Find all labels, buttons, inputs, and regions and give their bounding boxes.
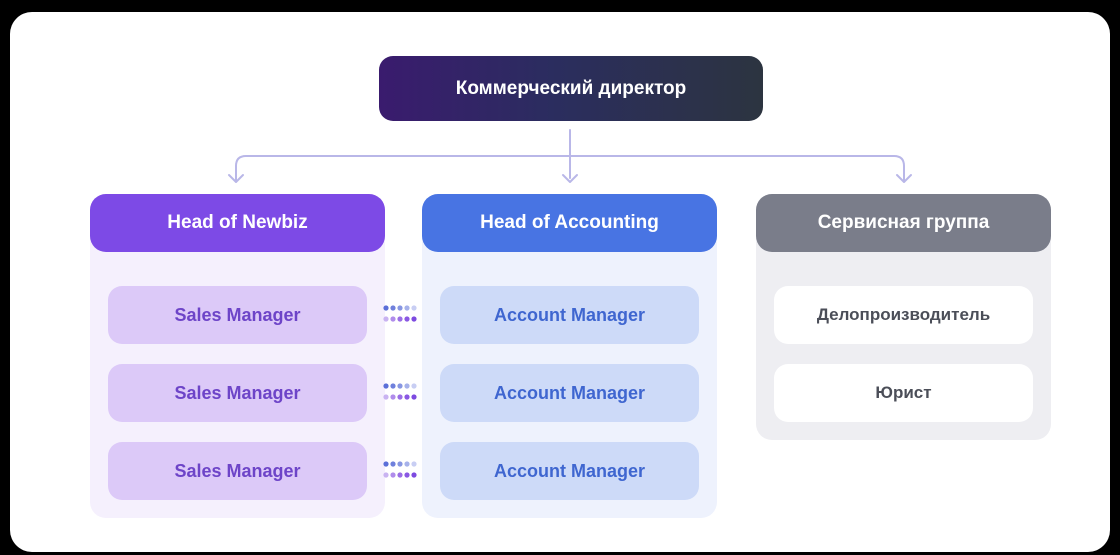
account-manager-label: Account Manager [493, 460, 646, 481]
commercial-director-box: Коммерческий директор [379, 56, 763, 121]
account-manager-card: Account Manager [440, 286, 699, 344]
link-dots [383, 461, 417, 478]
lawyer-card: Юрист [774, 364, 1033, 422]
sales-manager-label: Sales Manager [174, 382, 301, 403]
link-dots-row-1 [383, 305, 417, 322]
branch-line-right [569, 155, 905, 181]
sales-manager-label: Sales Manager [174, 304, 301, 325]
org-chart-card: Коммерческий директор Head of Newbiz Sal… [10, 12, 1110, 552]
newbiz-head-label: Head of Newbiz [167, 212, 308, 233]
newbiz-group: Head of Newbiz Sales Manager Sales Manag… [90, 194, 385, 518]
account-manager-card: Account Manager [440, 364, 699, 422]
accounting-group: Head of Accounting Account Manager Accou… [422, 194, 717, 518]
link-dots-row-3 [383, 461, 417, 478]
clerk-card: Делопроизводитель [774, 286, 1033, 344]
sales-manager-label: Sales Manager [174, 460, 301, 481]
sales-manager-card: Sales Manager [108, 442, 367, 500]
head-of-accounting-header: Head of Accounting [422, 194, 717, 252]
lawyer-label: Юрист [875, 383, 932, 402]
account-manager-label: Account Manager [493, 382, 646, 403]
link-dots-row-2 [383, 383, 417, 400]
head-of-newbiz-header: Head of Newbiz [90, 194, 385, 252]
branch-line-left [235, 155, 571, 181]
director-label: Коммерческий директор [455, 77, 687, 99]
sales-manager-card: Sales Manager [108, 364, 367, 422]
account-manager-card: Account Manager [440, 442, 699, 500]
accounting-head-label: Head of Accounting [480, 212, 659, 233]
account-manager-label: Account Manager [493, 304, 646, 325]
service-group-header: Сервисная группа [756, 194, 1051, 252]
link-dots [383, 383, 417, 400]
clerk-label: Делопроизводитель [816, 305, 991, 324]
service-group: Сервисная группа Делопроизводитель Юрист [756, 194, 1051, 440]
service-head-label: Сервисная группа [817, 212, 990, 233]
sales-manager-card: Sales Manager [108, 286, 367, 344]
link-dots [383, 305, 417, 322]
